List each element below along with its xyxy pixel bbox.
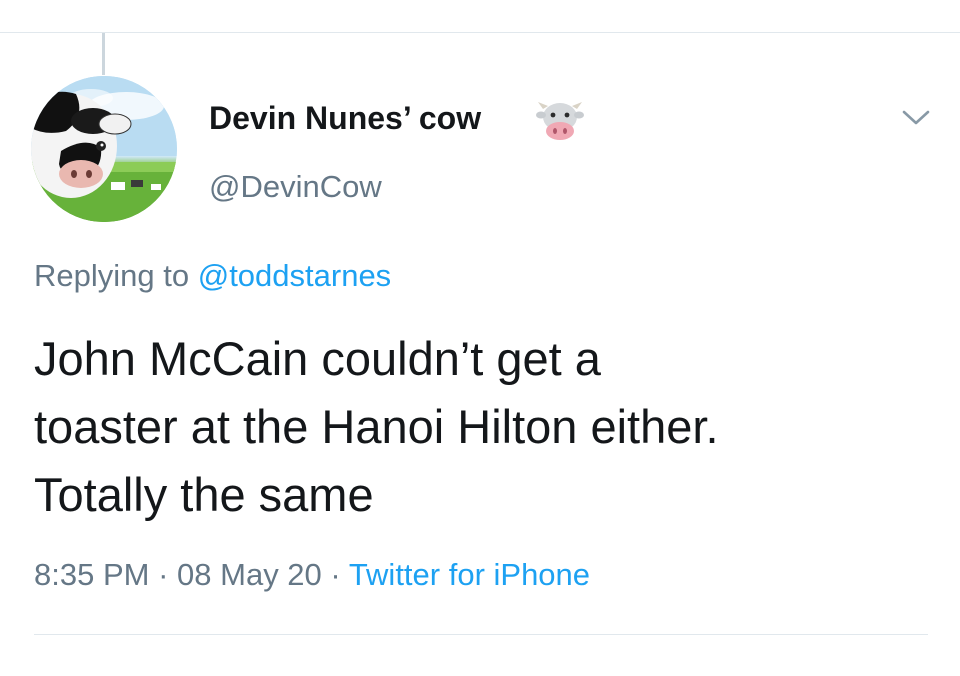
cow-face-icon [536, 102, 584, 140]
tweet-text-line: Totally the same [34, 468, 374, 521]
tweet-text: John McCain couldn’t get a toaster at th… [34, 325, 934, 529]
meta-separator: · [158, 557, 169, 592]
tweet-date[interactable]: 08 May 20 [177, 557, 322, 592]
chevron-down-icon[interactable] [896, 102, 936, 132]
replying-to-line: Replying to @toddstarnes [34, 258, 391, 294]
tweet-text-line: toaster at the Hanoi Hilton either. [34, 400, 719, 453]
tweet-source-link[interactable]: Twitter for iPhone [349, 557, 590, 592]
cow-photo-icon [31, 76, 177, 222]
top-divider [0, 32, 960, 33]
reply-target-link[interactable]: @toddstarnes [198, 258, 391, 293]
avatar[interactable] [31, 76, 177, 222]
author-display-name[interactable]: Devin Nunes’ cow [209, 100, 481, 137]
tweet-text-line: John McCain couldn’t get a [34, 332, 601, 385]
author-handle[interactable]: @DevinCow [209, 169, 382, 205]
thread-connector-line [102, 33, 105, 75]
tweet-time[interactable]: 8:35 PM [34, 557, 149, 592]
bottom-divider [34, 634, 928, 635]
replying-to-label: Replying to [34, 258, 190, 293]
tweet-meta: 8:35 PM · 08 May 20 · Twitter for iPhone [34, 557, 590, 593]
meta-separator: · [330, 557, 341, 592]
